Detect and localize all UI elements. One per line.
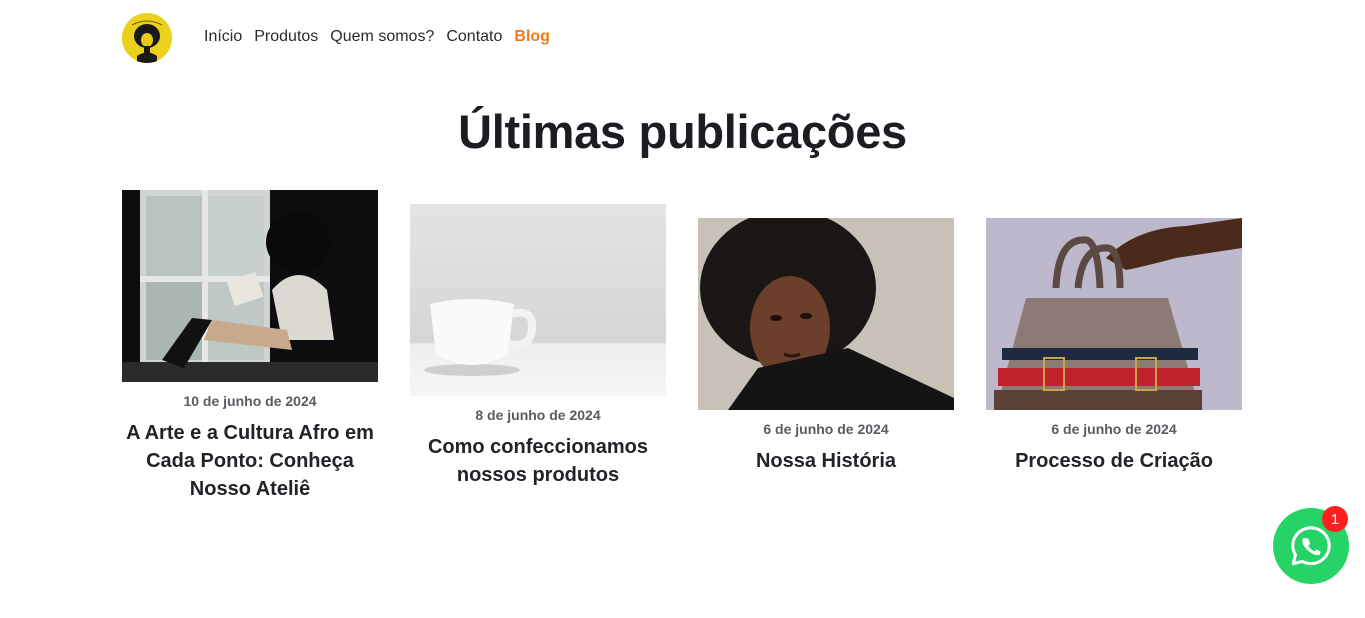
post-thumbnail[interactable] bbox=[410, 204, 666, 396]
hand-holding-bag-image bbox=[986, 218, 1242, 410]
nav-item-blog[interactable]: Blog bbox=[514, 28, 550, 46]
post-card[interactable]: 6 de junho de 2024 Processo de Criação bbox=[986, 218, 1242, 475]
afro-woman-logo-icon bbox=[122, 13, 172, 63]
post-thumbnail[interactable] bbox=[986, 218, 1242, 410]
post-thumbnail[interactable] bbox=[698, 218, 954, 410]
main-nav: Início Produtos Quem somos? Contato Blog bbox=[204, 28, 550, 46]
woman-reading-by-window-image bbox=[122, 190, 378, 382]
post-title[interactable]: Processo de Criação bbox=[986, 447, 1242, 475]
logo[interactable] bbox=[122, 13, 172, 63]
notification-badge: 1 bbox=[1322, 506, 1348, 532]
post-date: 6 de junho de 2024 bbox=[763, 421, 889, 437]
post-date: 10 de junho de 2024 bbox=[183, 393, 317, 409]
nav-item-inicio[interactable]: Início bbox=[204, 28, 242, 46]
post-title[interactable]: Como confeccionamos nossos produtos bbox=[410, 433, 666, 489]
nav-item-produtos[interactable]: Produtos bbox=[254, 28, 318, 46]
post-thumbnail[interactable] bbox=[122, 190, 378, 382]
white-mug-image bbox=[410, 204, 666, 396]
post-date: 8 de junho de 2024 bbox=[475, 407, 601, 423]
nav-item-contato[interactable]: Contato bbox=[446, 28, 502, 46]
post-card[interactable]: 8 de junho de 2024 Como confeccionamos n… bbox=[410, 204, 666, 489]
page-title: Últimas publicações bbox=[458, 105, 907, 158]
post-card[interactable]: 6 de junho de 2024 Nossa História bbox=[698, 218, 954, 475]
woman-portrait-image bbox=[698, 218, 954, 410]
post-title[interactable]: Nossa História bbox=[698, 447, 954, 475]
nav-item-quem-somos[interactable]: Quem somos? bbox=[330, 28, 434, 46]
post-title[interactable]: A Arte e a Cultura Afro em Cada Ponto: C… bbox=[122, 419, 378, 503]
post-card[interactable]: 10 de junho de 2024 A Arte e a Cultura A… bbox=[122, 190, 378, 503]
post-date: 6 de junho de 2024 bbox=[1051, 421, 1177, 437]
